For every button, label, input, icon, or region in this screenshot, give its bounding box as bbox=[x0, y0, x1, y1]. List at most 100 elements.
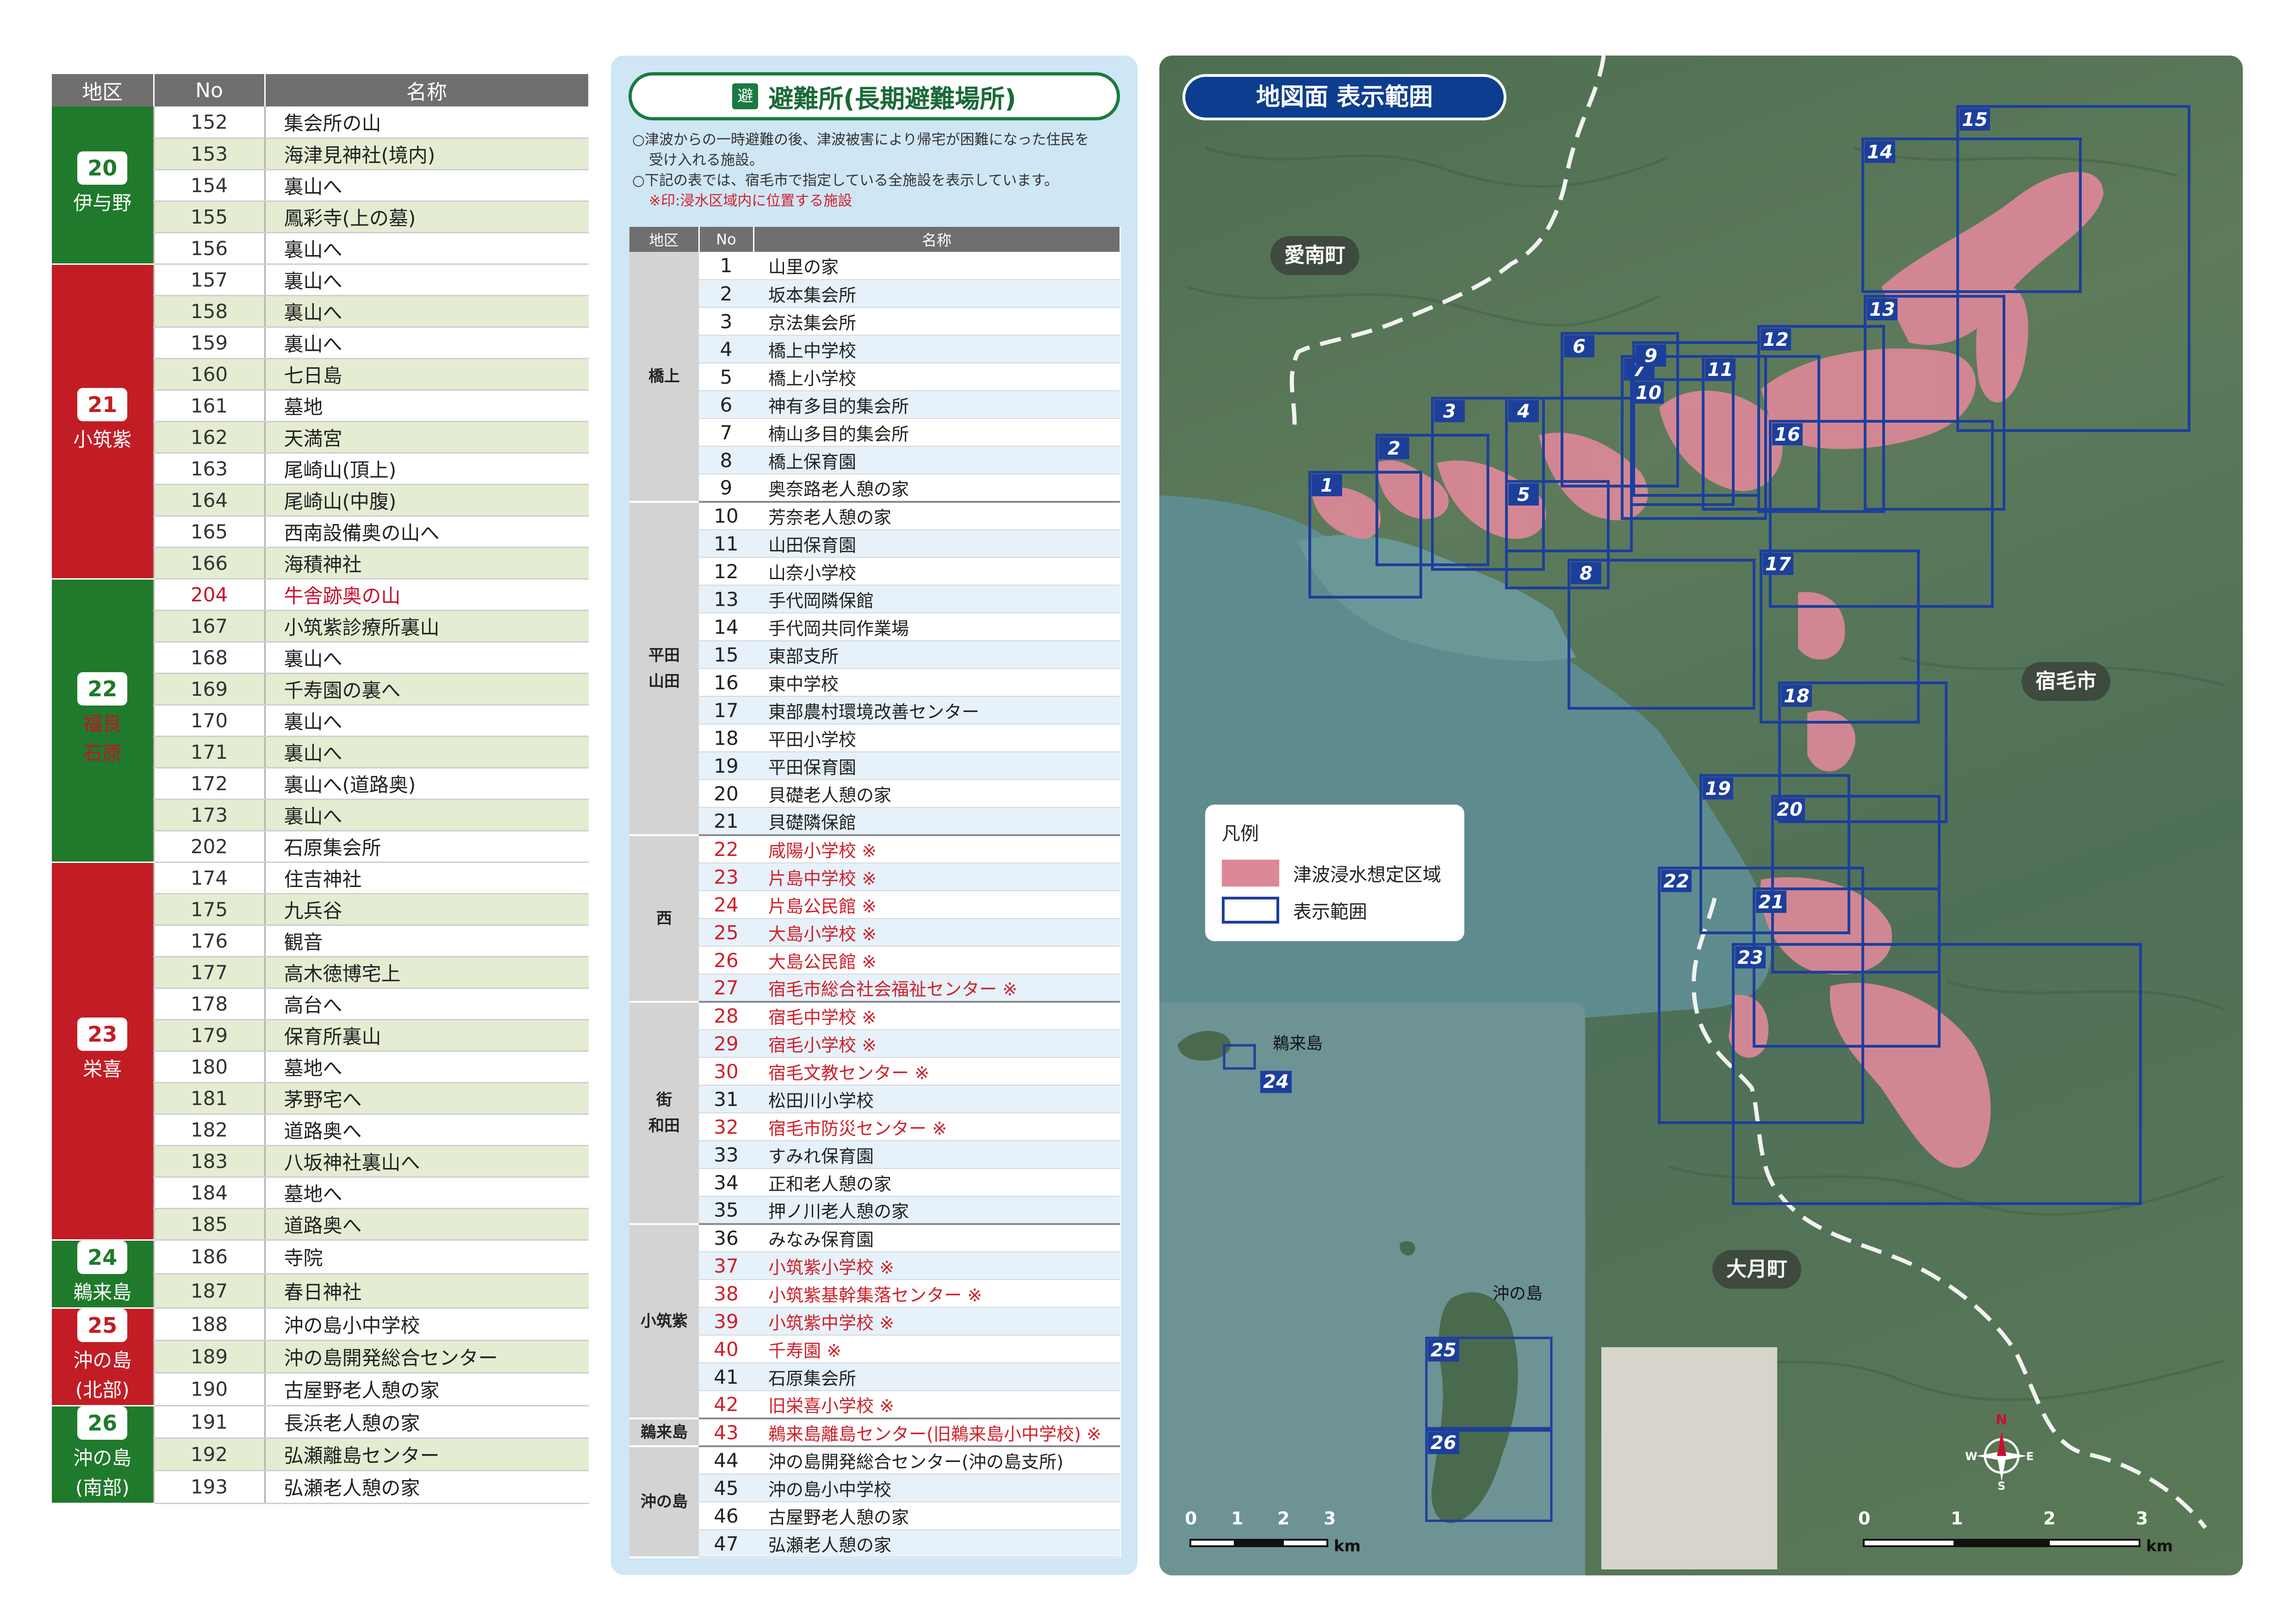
site-number: 182 bbox=[153, 1114, 266, 1146]
table-row: 24 鵜来島 186 寺院 bbox=[52, 1240, 589, 1309]
header-district: 地区 bbox=[629, 227, 700, 252]
inset-map: 鵜来島 沖の島 24 25 26 bbox=[1159, 1002, 1585, 1575]
shelter-panel: 避 避難所(長期避難場所) ○津波からの一時避難の後、津波被害により帰宅が困難に… bbox=[611, 56, 1138, 1575]
shelter-number: 42 bbox=[699, 1391, 753, 1419]
range-rect-16 bbox=[1769, 420, 1994, 608]
shelter-number: 44 bbox=[699, 1445, 753, 1474]
scale-bar-inset: 0 1 2 3 km bbox=[1185, 1508, 1361, 1555]
shelter-name: 古屋野老人憩の家 bbox=[753, 1502, 1120, 1530]
range-number-8: 8 bbox=[1580, 563, 1593, 584]
table-row: 9 奥奈路老人憩の家 bbox=[629, 474, 1120, 502]
shelter-number: 2 bbox=[699, 280, 753, 308]
site-number: 191 bbox=[153, 1405, 266, 1439]
table-row: 33 すみれ保育園 bbox=[629, 1141, 1120, 1169]
site-name: 裏山へ bbox=[265, 264, 589, 296]
scale-tick: 1 bbox=[1951, 1508, 1963, 1529]
compass-n: N bbox=[1996, 1412, 2008, 1428]
scale-tick: 0 bbox=[1185, 1508, 1197, 1529]
shelter-number: 30 bbox=[699, 1057, 753, 1086]
site-name: 尾崎山(中腹) bbox=[265, 484, 589, 517]
table-row: 6 神有多目的集会所 bbox=[629, 391, 1120, 419]
shelter-number: 45 bbox=[699, 1474, 753, 1502]
shelter-notes: ○津波からの一時避難の後、津波被害により帰宅が困難になった住民を 受け入れる施設… bbox=[632, 130, 1123, 211]
shelter-number: 11 bbox=[699, 530, 753, 558]
shelter-name: 宿毛中学校 ※ bbox=[753, 1001, 1120, 1030]
shelter-name: 坂本集会所 bbox=[753, 280, 1120, 308]
site-number: 187 bbox=[153, 1274, 266, 1309]
table-row: 31 松田川小学校 bbox=[629, 1085, 1120, 1113]
table-row: 鵜来島 43 鵜来島離島センター(旧鵜来島小中学校) ※ bbox=[629, 1418, 1120, 1447]
shelter-name: 山里の家 bbox=[753, 252, 1120, 280]
site-number: 163 bbox=[153, 453, 266, 485]
shelter-name: 宿毛市防災センター ※ bbox=[753, 1113, 1120, 1141]
left-table-body: 20 伊与野 152 集会所の山 153 海津見神社(境内) 154 裏山へ 155 鳳彩寺(上の… bbox=[52, 106, 589, 1504]
site-name: 沖の島開発総合センター bbox=[265, 1340, 589, 1374]
range-number-18: 18 bbox=[1784, 686, 1810, 707]
site-number: 156 bbox=[153, 232, 266, 265]
shelter-name: すみれ保育園 bbox=[753, 1141, 1120, 1169]
shelter-number: 37 bbox=[699, 1252, 753, 1280]
site-number: 158 bbox=[153, 295, 266, 328]
header-district: 地区 bbox=[52, 74, 155, 106]
shelter-name: 小筑紫中学校 ※ bbox=[753, 1307, 1120, 1336]
table-row: 7 楠山多目的集会所 bbox=[629, 418, 1120, 447]
shelter-name: 旧栄喜小学校 ※ bbox=[753, 1391, 1120, 1419]
district-code-badge: 25 bbox=[77, 1308, 128, 1342]
site-number: 186 bbox=[153, 1240, 266, 1274]
shelter-number: 36 bbox=[699, 1223, 753, 1252]
table-row: 19 平田保育園 bbox=[629, 752, 1120, 780]
table-row: 23 栄喜 174 住吉神社 bbox=[52, 862, 589, 1241]
note-line: 受け入れる施設。 bbox=[649, 152, 764, 169]
legend-title: 凡例 bbox=[1222, 823, 1259, 844]
scale-tick: 3 bbox=[1324, 1508, 1336, 1529]
place-label-otsuki: 大月町 bbox=[1712, 1250, 1801, 1289]
site-number: 162 bbox=[153, 421, 266, 454]
site-name: 観音 bbox=[265, 925, 589, 957]
scale-segment bbox=[1282, 1539, 1328, 1547]
place-label-sukumo: 宿毛市 bbox=[2022, 662, 2110, 701]
site-number: 193 bbox=[153, 1470, 266, 1504]
okinoshima-island bbox=[1431, 1292, 1518, 1524]
shelter-number: 17 bbox=[699, 696, 753, 725]
scale-tick: 3 bbox=[2136, 1508, 2148, 1529]
site-number: 155 bbox=[153, 201, 266, 233]
shelter-name: 橋上保育園 bbox=[753, 446, 1120, 475]
table-row: 15 東部支所 bbox=[629, 641, 1120, 669]
district-cell: 21 小筑紫 bbox=[52, 264, 154, 580]
compass-w: W bbox=[1965, 1450, 1978, 1463]
scale-tick: 2 bbox=[2043, 1508, 2056, 1529]
site-name: 道路奥へ bbox=[265, 1208, 589, 1241]
site-number: 202 bbox=[153, 831, 266, 863]
shelter-name: 沖の島開発総合センター(沖の島支所) bbox=[753, 1445, 1120, 1474]
district-code-badge: 24 bbox=[77, 1240, 128, 1274]
site-name: 住吉神社 bbox=[265, 862, 589, 894]
shelter-name: 弘瀬老人憩の家 bbox=[753, 1530, 1120, 1558]
table-row: 35 押ノ川老人憩の家 bbox=[629, 1196, 1120, 1224]
scale-tick: 1 bbox=[1231, 1508, 1244, 1529]
inset-label-ukuru: 鵜来島 bbox=[1273, 1034, 1323, 1053]
shelter-number: 16 bbox=[699, 668, 753, 697]
shelter-number: 25 bbox=[699, 918, 753, 947]
shelter-name: 小筑紫基幹集落センター ※ bbox=[753, 1280, 1120, 1308]
site-number: 180 bbox=[153, 1051, 266, 1083]
shelter-name: 山奈小学校 bbox=[753, 557, 1120, 586]
district-cell: 26 沖の島 (南部) bbox=[52, 1405, 154, 1504]
table-row: 8 橋上保育園 bbox=[629, 446, 1120, 475]
shelter-number: 1 bbox=[699, 252, 753, 280]
district-name: 小筑紫 bbox=[73, 428, 132, 451]
site-number: 171 bbox=[153, 736, 266, 768]
site-number: 175 bbox=[153, 893, 266, 926]
shelter-number: 28 bbox=[699, 1001, 753, 1030]
shelter-district-cell: 鵜来島 bbox=[629, 1418, 699, 1447]
table-row: 47 弘瀬老人憩の家 bbox=[629, 1530, 1120, 1558]
shelter-number: 12 bbox=[699, 557, 753, 586]
site-number: 152 bbox=[153, 106, 266, 139]
table-row: 41 石原集会所 bbox=[629, 1363, 1120, 1391]
site-name: 九兵谷 bbox=[265, 893, 589, 926]
scale-bar-main: 0 1 2 3 km bbox=[1858, 1508, 2173, 1555]
site-name: 裏山へ bbox=[265, 799, 589, 831]
shelter-number: 6 bbox=[699, 391, 753, 419]
shelter-name: 東部農村環境改善センター bbox=[753, 696, 1120, 725]
site-number: 165 bbox=[153, 516, 266, 548]
shelter-name: 松田川小学校 bbox=[753, 1085, 1120, 1113]
